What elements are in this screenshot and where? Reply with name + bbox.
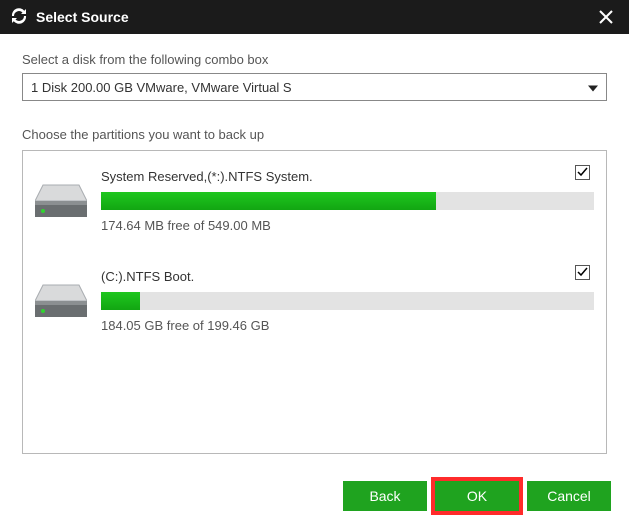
ok-button[interactable]: OK	[435, 481, 519, 511]
partition-name: (C:).NTFS Boot.	[101, 269, 594, 284]
partition-checkbox[interactable]	[575, 165, 590, 181]
partition-row[interactable]: (C:).NTFS Boot. 184.05 GB free of 199.46…	[35, 265, 594, 361]
disk-icon	[35, 181, 87, 233]
usage-bar-fill	[101, 292, 140, 310]
back-button[interactable]: Back	[343, 481, 427, 511]
usage-bar	[101, 292, 594, 310]
partition-checkbox[interactable]	[575, 265, 590, 281]
usage-bar-fill	[101, 192, 436, 210]
partition-row[interactable]: System Reserved,(*:).NTFS System. 174.64…	[35, 165, 594, 261]
combo-selected-text: 1 Disk 200.00 GB VMware, VMware Virtual …	[31, 80, 292, 95]
title-bar: Select Source	[0, 0, 629, 34]
dialog-title: Select Source	[36, 9, 129, 25]
partition-name: System Reserved,(*:).NTFS System.	[101, 169, 594, 184]
checkmark-icon	[575, 265, 590, 280]
footer: Back OK Cancel	[0, 470, 629, 522]
usage-bar	[101, 192, 594, 210]
partition-select-label: Choose the partitions you want to back u…	[22, 127, 607, 142]
partition-free-text: 174.64 MB free of 549.00 MB	[101, 218, 594, 233]
cycle-icon	[10, 7, 28, 28]
close-icon	[599, 10, 613, 24]
close-button[interactable]	[591, 2, 621, 32]
disk-icon	[35, 281, 87, 333]
partition-panel: System Reserved,(*:).NTFS System. 174.64…	[22, 150, 607, 454]
content-area: Select a disk from the following combo b…	[0, 34, 629, 454]
partition-free-text: 184.05 GB free of 199.46 GB	[101, 318, 594, 333]
checkmark-icon	[575, 165, 590, 180]
chevron-down-icon	[588, 80, 598, 95]
disk-select-label: Select a disk from the following combo b…	[22, 52, 607, 67]
disk-combo[interactable]: 1 Disk 200.00 GB VMware, VMware Virtual …	[22, 73, 607, 101]
cancel-button[interactable]: Cancel	[527, 481, 611, 511]
